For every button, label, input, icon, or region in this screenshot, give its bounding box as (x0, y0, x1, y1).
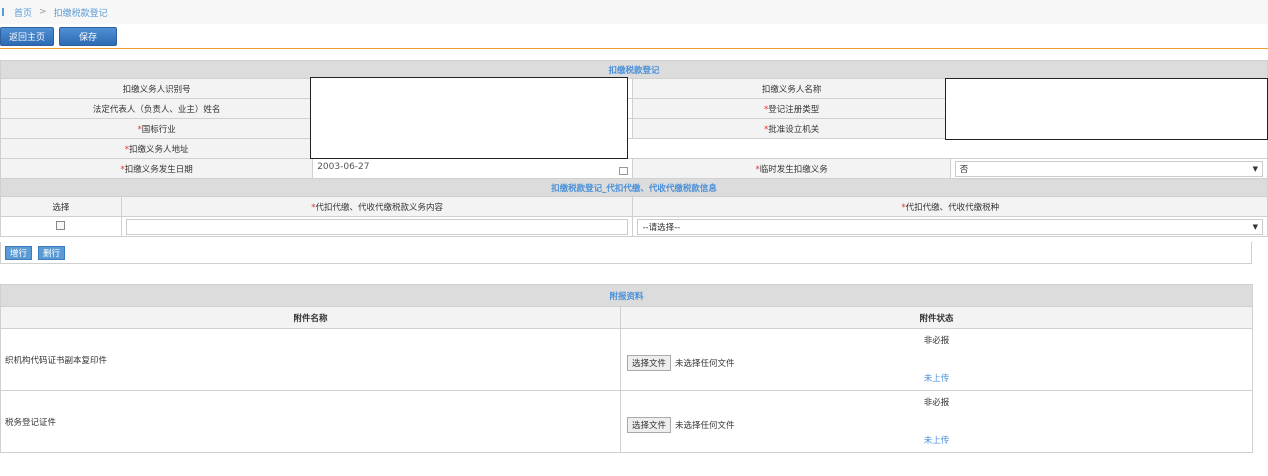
redaction-box (945, 78, 1268, 140)
section-title-attachments: 附报资料 (0, 284, 1254, 307)
address-label: 扣缴义务人地址 (128, 144, 189, 155)
occur-date-value: 2003-06-27 (317, 162, 370, 172)
table-row: 税务登记证件 非必报 选择文件 未选择任何文件 未上传 (0, 390, 1254, 453)
required-status: 非必报 (923, 398, 950, 408)
breadcrumb-separator: > (39, 7, 47, 17)
toolbar: 返回主页 保存 (0, 27, 118, 47)
name-label: 扣缴义务人名称 (632, 78, 951, 99)
back-home-button[interactable]: 返回主页 (0, 27, 55, 46)
tax-type-select[interactable]: --请选择-- ▼ (637, 218, 1263, 235)
file-status: 未选择任何文件 (675, 421, 735, 431)
upload-status[interactable]: 未上传 (622, 434, 1252, 446)
attachment-name: 税务登记证件 (0, 390, 621, 453)
col-select: 选择 (0, 196, 122, 217)
table-row: 织机构代码证书副本复印件 非必报 选择文件 未选择任何文件 未上传 (0, 328, 1254, 391)
row-actions: 增行 删行 (0, 242, 1252, 264)
occur-date-field[interactable]: 2003-06-27 (312, 158, 634, 179)
occur-date-label: 扣缴义务发生日期 (124, 164, 193, 175)
content-input[interactable] (125, 218, 629, 235)
col-attachment-name: 附件名称 (0, 306, 621, 329)
reg-type-label: 登记注册类型 (768, 104, 820, 115)
breadcrumb-current[interactable]: 扣缴税款登记 (54, 6, 108, 19)
file-status: 未选择任何文件 (675, 359, 735, 369)
attachments-table: 附报资料 附件名称 附件状态 织机构代码证书副本复印件 非必报 选择文件 未选择… (0, 284, 1254, 453)
tax-type-placeholder: --请选择-- (642, 222, 681, 233)
breadcrumb-home[interactable]: 首页 (14, 6, 32, 19)
choose-file-button[interactable]: 选择文件 (627, 355, 672, 371)
id-number-label: 扣缴义务人识别号 (0, 78, 314, 99)
home-icon (2, 8, 8, 16)
redaction-box (310, 77, 628, 159)
chevron-down-icon: ▼ (1252, 222, 1258, 231)
legal-rep-label: 法定代表人（负责人、业主）姓名 (0, 98, 314, 119)
chevron-down-icon: ▼ (1252, 164, 1258, 173)
temp-obligation-value: 否 (959, 164, 969, 175)
col-tax-type: 代扣代缴、代收代缴税种 (905, 202, 1000, 213)
required-status: 非必报 (923, 336, 950, 346)
calendar-icon[interactable] (619, 167, 629, 175)
temp-obligation-select[interactable]: 否 ▼ (954, 160, 1263, 177)
save-button[interactable]: 保存 (59, 27, 118, 46)
upload-status[interactable]: 未上传 (622, 372, 1252, 384)
col-attachment-status: 附件状态 (619, 306, 1254, 329)
header-divider (0, 48, 1268, 49)
breadcrumb: 首页 > 扣缴税款登记 (0, 0, 1268, 24)
temp-obligation-label: 临时发生扣缴义务 (759, 164, 828, 175)
approval-org-label: 批准设立机关 (768, 124, 820, 135)
delete-row-button[interactable]: 删行 (38, 245, 66, 260)
industry-label: 国标行业 (141, 124, 176, 135)
attachment-name: 织机构代码证书副本复印件 (0, 328, 621, 391)
section-title-registration: 扣缴税款登记 (0, 60, 1268, 79)
choose-file-button[interactable]: 选择文件 (627, 417, 672, 433)
section-title-tax-info: 扣缴税款登记_代扣代缴、代收代缴税款信息 (0, 178, 1268, 197)
col-content: 代扣代缴、代收代缴税款义务内容 (315, 202, 444, 213)
add-row-button[interactable]: 增行 (5, 245, 33, 260)
row-checkbox[interactable] (56, 220, 66, 230)
